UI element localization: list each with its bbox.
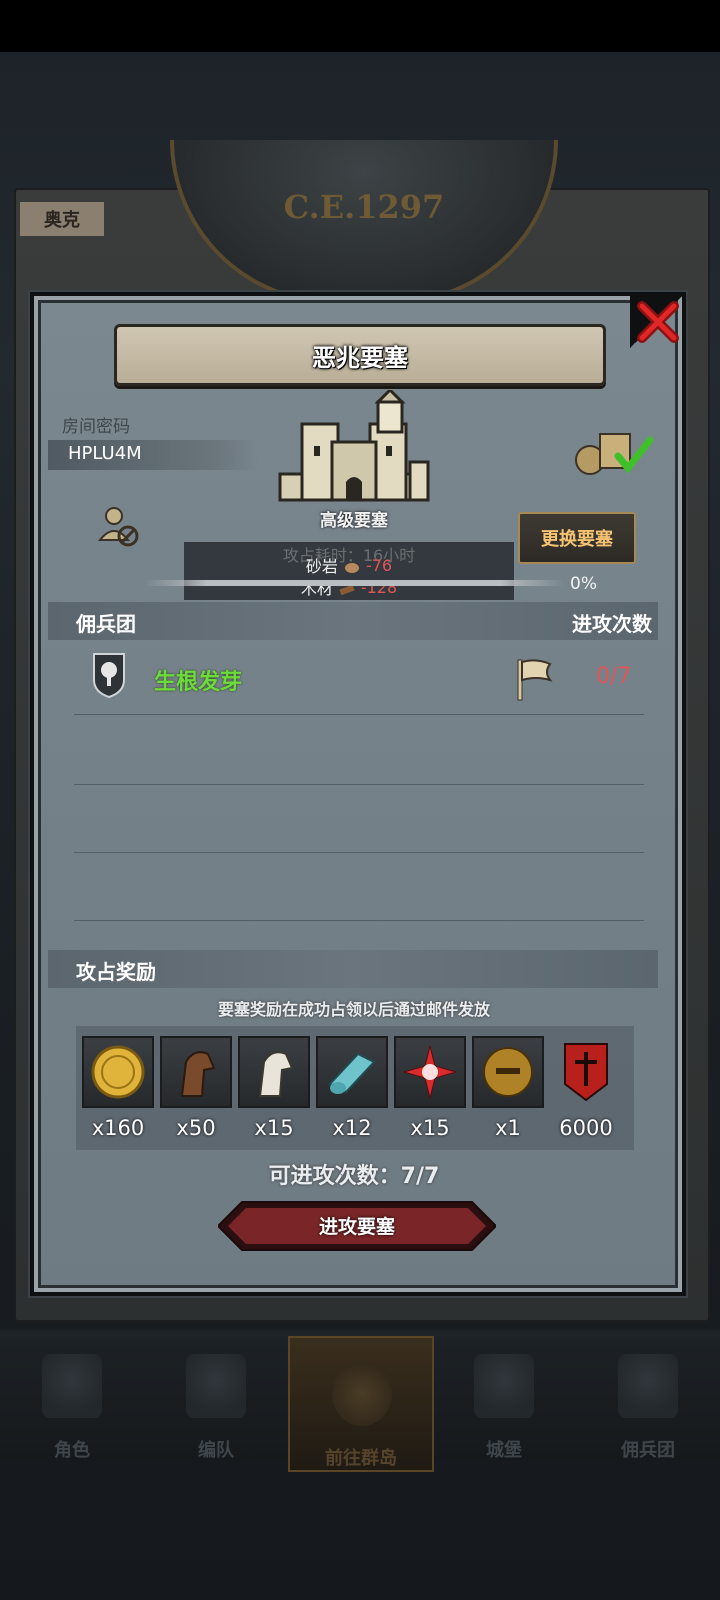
nav-label: 前往群岛 — [325, 1448, 397, 1469]
close-icon — [637, 301, 679, 343]
change-fortress-button[interactable]: 更换要塞 — [518, 512, 636, 564]
castle-icon — [278, 390, 430, 502]
reward-quantity: x160 — [91, 1116, 145, 1140]
nav-label: 城堡 — [486, 1440, 522, 1461]
nav-label: 角色 — [54, 1440, 90, 1461]
reward-quantity: x15 — [254, 1116, 294, 1140]
resource-name: 砂岩 — [305, 557, 338, 576]
row-divider — [74, 784, 644, 785]
guild-attack-count: 0/7 — [596, 664, 632, 689]
reward-item[interactable]: x15 — [238, 1036, 310, 1140]
nav-item-character[interactable]: 角色 — [0, 1330, 144, 1461]
nav-item-mercenary[interactable]: 佣兵团 — [576, 1330, 720, 1461]
reward-quantity: x15 — [410, 1116, 450, 1140]
background-tag: 奥克 — [20, 202, 104, 236]
gold-coin-icon — [82, 1036, 154, 1108]
reward-item[interactable]: x50 — [160, 1036, 232, 1140]
mercenary-header-label: 佣兵团 — [76, 612, 136, 636]
reward-item[interactable]: x15 — [394, 1036, 466, 1140]
guild-row[interactable]: 生根发芽 0/7 — [48, 642, 658, 714]
no-user-icon — [97, 507, 139, 547]
resource-value: -76 — [365, 555, 393, 575]
reward-quantity: x1 — [495, 1116, 521, 1140]
resource-row-sandstone: 砂岩 -76 — [184, 554, 514, 577]
room-code-bar: HPLU4M — [48, 440, 258, 470]
capture-progress-percent: 0% — [570, 574, 597, 594]
nav-label: 编队 — [198, 1440, 234, 1461]
golden-helmet-icon — [472, 1036, 544, 1108]
attack-fortress-button[interactable]: 进攻要塞 — [218, 1200, 496, 1252]
reward-header-label: 攻占奖励 — [76, 960, 156, 984]
loot-claimed-icon — [575, 433, 654, 475]
helmet-icon — [186, 1354, 246, 1418]
resource-name: 木材 — [300, 579, 333, 598]
dialog-title: 恶兆要塞 — [114, 324, 606, 386]
nav-item-formation[interactable]: 编队 — [144, 1330, 288, 1461]
room-code-value: HPLU4M — [68, 443, 142, 464]
guild-shield-icon — [93, 653, 125, 698]
attack-count-header-label: 进攻次数 — [572, 612, 652, 636]
nav-item-castle[interactable]: 城堡 — [432, 1330, 576, 1461]
rock-icon — [344, 559, 360, 573]
row-divider — [74, 714, 644, 715]
room-code-label: 房间密码 — [62, 417, 130, 437]
fortress-dialog: 恶兆要塞 房间密码 HPLU4M 高级要塞 更换要塞 攻占耗时：16小时 砂岩 … — [30, 292, 686, 1296]
nav-label: 佣兵团 — [621, 1440, 675, 1461]
guild-name: 生根发芽 — [154, 670, 243, 695]
resource-panel: 攻占耗时：16小时 砂岩 -76 木材 -128 — [184, 542, 514, 600]
mercenary-section-header: 佣兵团 进攻次数 — [48, 602, 658, 640]
red-star-icon — [394, 1036, 466, 1108]
fortress-level: 高级要塞 — [320, 511, 388, 531]
capture-progress-bar — [144, 580, 564, 586]
reward-item[interactable]: 6000 — [550, 1036, 622, 1140]
castle-nav-icon — [474, 1354, 534, 1418]
status-bar — [0, 0, 720, 52]
brown-horse-icon — [160, 1036, 232, 1108]
reward-item[interactable]: x1 — [472, 1036, 544, 1140]
row-divider — [74, 920, 644, 921]
ship-icon — [618, 1354, 678, 1418]
compass-icon — [332, 1362, 392, 1426]
reward-item[interactable]: x160 — [82, 1036, 154, 1140]
reward-quantity: x50 — [176, 1116, 216, 1140]
available-attacks: 可进攻次数：7/7 — [268, 1164, 440, 1189]
reward-quantity: 6000 — [559, 1116, 613, 1140]
white-horse-icon — [238, 1036, 310, 1108]
reward-quantity: x12 — [332, 1116, 372, 1140]
reward-note: 要塞奖励在成功占领以后通过邮件发放 — [217, 1000, 490, 1019]
nav-item-islands[interactable]: 前往群岛 — [288, 1336, 434, 1472]
row-divider — [74, 852, 644, 853]
reward-item[interactable]: x12 — [316, 1036, 388, 1140]
knight-icon — [42, 1354, 102, 1418]
banner-icon — [550, 1036, 622, 1108]
reward-section-header: 攻占奖励 — [48, 950, 658, 988]
attack-button-label: 进攻要塞 — [318, 1216, 395, 1238]
era-label: C.E.1297 — [283, 188, 445, 226]
cloth-roll-icon — [316, 1036, 388, 1108]
rewards-strip: x160 x50 x15 x12 x15 x1 6000 — [76, 1026, 634, 1150]
flag-icon — [517, 659, 553, 701]
close-button[interactable] — [630, 296, 682, 348]
